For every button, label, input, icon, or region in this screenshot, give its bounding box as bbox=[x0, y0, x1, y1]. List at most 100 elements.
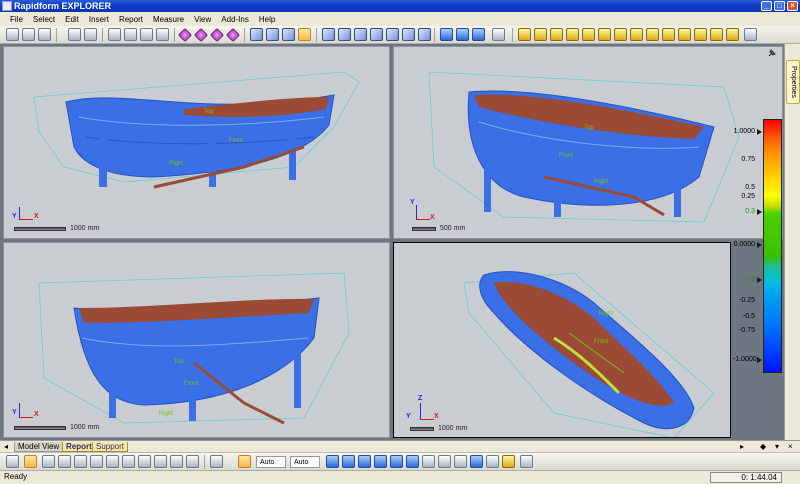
tab-support[interactable]: Support bbox=[92, 442, 129, 452]
color-map-icon[interactable] bbox=[492, 28, 505, 41]
display-curve-icon[interactable] bbox=[678, 28, 691, 41]
select-brush-icon[interactable] bbox=[106, 455, 119, 468]
view-back-icon[interactable] bbox=[266, 28, 279, 41]
close-button[interactable]: × bbox=[787, 1, 798, 11]
display-annotation-icon[interactable] bbox=[710, 28, 723, 41]
save-icon[interactable] bbox=[38, 28, 51, 41]
dimension-icon[interactable] bbox=[472, 28, 485, 41]
menu-help[interactable]: Help bbox=[259, 15, 275, 24]
view-bottom-icon[interactable] bbox=[338, 28, 351, 41]
orbit-icon[interactable] bbox=[225, 27, 241, 43]
tool-13-icon[interactable] bbox=[520, 455, 533, 468]
display-wire-icon[interactable] bbox=[550, 28, 563, 41]
pan-icon[interactable] bbox=[177, 27, 193, 43]
select-shrink-icon[interactable] bbox=[154, 455, 167, 468]
view-split-icon[interactable] bbox=[418, 28, 431, 41]
select-polygon-icon[interactable] bbox=[58, 455, 71, 468]
tool-8-icon[interactable] bbox=[438, 455, 451, 468]
measure-icon[interactable] bbox=[440, 28, 453, 41]
select-grow-icon[interactable] bbox=[138, 455, 151, 468]
zoom-window-icon[interactable] bbox=[156, 28, 169, 41]
tool-5-icon[interactable] bbox=[390, 455, 403, 468]
menu-report[interactable]: Report bbox=[119, 15, 143, 24]
tool-10-icon[interactable] bbox=[470, 455, 483, 468]
select-invert-icon[interactable] bbox=[170, 455, 183, 468]
rotate-icon[interactable] bbox=[193, 27, 209, 43]
select-rect-icon[interactable] bbox=[24, 455, 37, 468]
display-reference-icon[interactable] bbox=[694, 28, 707, 41]
select-paint-icon[interactable] bbox=[90, 455, 103, 468]
menu-view[interactable]: View bbox=[194, 15, 211, 24]
tool-1-icon[interactable] bbox=[326, 455, 339, 468]
display-edge-icon[interactable] bbox=[614, 28, 627, 41]
tab-report[interactable]: Report bbox=[62, 442, 96, 452]
menu-select[interactable]: Select bbox=[33, 15, 55, 24]
tool-9-icon[interactable] bbox=[454, 455, 467, 468]
tool-4-icon[interactable] bbox=[374, 455, 387, 468]
zoom-in-icon[interactable] bbox=[124, 28, 137, 41]
tool-11-icon[interactable] bbox=[486, 455, 499, 468]
display-hidden-icon[interactable] bbox=[726, 28, 739, 41]
open-icon[interactable] bbox=[22, 28, 35, 41]
menu-measure[interactable]: Measure bbox=[153, 15, 184, 24]
angle-icon[interactable] bbox=[456, 28, 469, 41]
legend-marker[interactable] bbox=[757, 209, 762, 215]
viewport-bottom-right[interactable]: Right Front Z Y X 1000 mm bbox=[393, 242, 731, 438]
properties-tab[interactable]: Properties bbox=[786, 60, 800, 104]
new-icon[interactable] bbox=[6, 28, 19, 41]
display-options-icon[interactable] bbox=[744, 28, 757, 41]
menu-add-ins[interactable]: Add-Ins bbox=[221, 15, 249, 24]
display-feature-icon[interactable] bbox=[646, 28, 659, 41]
view-iso-icon[interactable] bbox=[282, 28, 295, 41]
viewport-bottom-left[interactable]: Top Front Right Y X 1000 mm bbox=[3, 242, 390, 438]
zoom-fit-icon[interactable] bbox=[140, 28, 153, 41]
dropdown-2[interactable]: Auto bbox=[290, 456, 320, 468]
display-points-icon[interactable] bbox=[534, 28, 547, 41]
viewport-top-right[interactable]: Front Right Top Y X 500 mm bbox=[393, 46, 783, 239]
select-freeform-icon[interactable] bbox=[122, 455, 135, 468]
view-left-icon[interactable] bbox=[354, 28, 367, 41]
legend-marker[interactable] bbox=[757, 242, 762, 248]
select-lasso-icon[interactable] bbox=[74, 455, 87, 468]
legend-marker[interactable] bbox=[757, 129, 762, 135]
tool-6-icon[interactable] bbox=[406, 455, 419, 468]
copy-icon[interactable] bbox=[68, 28, 81, 41]
display-smooth-icon[interactable] bbox=[598, 28, 611, 41]
legend-marker[interactable] bbox=[757, 357, 762, 363]
filter-icon[interactable] bbox=[210, 455, 223, 468]
display-shade-icon[interactable] bbox=[566, 28, 579, 41]
menu-edit[interactable]: Edit bbox=[65, 15, 79, 24]
view-active-icon[interactable] bbox=[298, 28, 311, 41]
maximize-button[interactable]: □ bbox=[774, 1, 785, 11]
tool-7-icon[interactable] bbox=[422, 455, 435, 468]
legend-marker[interactable] bbox=[757, 277, 762, 283]
color-scale-bar bbox=[763, 119, 782, 373]
select-circle-icon[interactable] bbox=[42, 455, 55, 468]
snap-icon[interactable] bbox=[238, 455, 251, 468]
tab-model-view[interactable]: Model View bbox=[14, 442, 64, 452]
view-top-icon[interactable] bbox=[322, 28, 335, 41]
display-flat-icon[interactable] bbox=[582, 28, 595, 41]
spin-icon[interactable] bbox=[209, 27, 225, 43]
tool-2-icon[interactable] bbox=[342, 455, 355, 468]
tool-3-icon[interactable] bbox=[358, 455, 371, 468]
view-normal-icon[interactable] bbox=[386, 28, 399, 41]
dropdown-1[interactable]: Auto bbox=[256, 456, 286, 468]
viewport-top-left[interactable]: Front Right Top Y X 1000 mm bbox=[3, 46, 390, 239]
view-front-icon[interactable] bbox=[250, 28, 263, 41]
minimize-button[interactable]: _ bbox=[761, 1, 772, 11]
view-reverse-icon[interactable] bbox=[402, 28, 415, 41]
zoom-icon[interactable] bbox=[108, 28, 121, 41]
select-icon[interactable] bbox=[6, 455, 19, 468]
display-mesh-icon[interactable] bbox=[518, 28, 531, 41]
select-all-icon[interactable] bbox=[186, 455, 199, 468]
view-right-icon[interactable] bbox=[370, 28, 383, 41]
menu-insert[interactable]: Insert bbox=[89, 15, 109, 24]
paste-icon[interactable] bbox=[84, 28, 97, 41]
menu-file[interactable]: File bbox=[10, 15, 23, 24]
pin-icon[interactable] bbox=[767, 48, 777, 58]
tool-12-icon[interactable] bbox=[502, 455, 515, 468]
legend-tick: 1.0000 bbox=[733, 128, 755, 135]
display-surface-icon[interactable] bbox=[662, 28, 675, 41]
display-normals-icon[interactable] bbox=[630, 28, 643, 41]
